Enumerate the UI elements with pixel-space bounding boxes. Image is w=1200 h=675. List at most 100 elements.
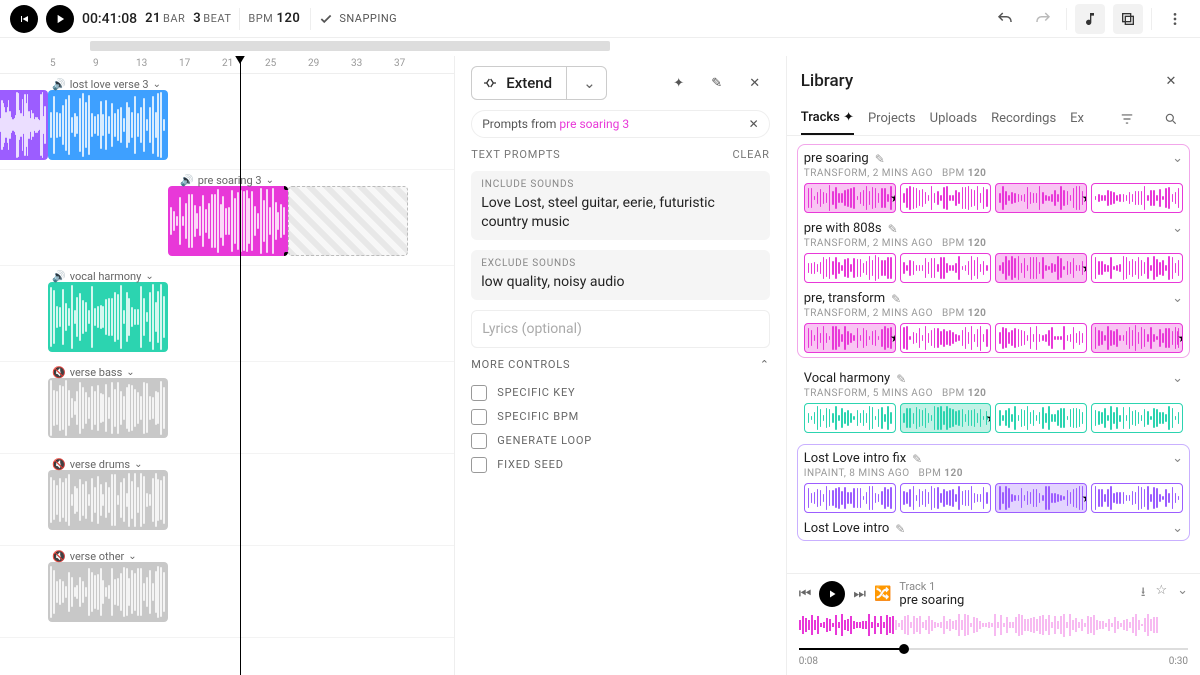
layers-button[interactable] — [1113, 4, 1143, 34]
bpm-indicator[interactable]: BPM 120 — [248, 11, 302, 26]
skip-back-button[interactable] — [10, 5, 38, 33]
search-icon[interactable] — [1156, 104, 1186, 134]
library-item[interactable]: pre soaring✎⌄ TRANSFORM, 2 MINS AGO BPM … — [804, 151, 1183, 213]
edit-icon[interactable]: ✎ — [875, 152, 885, 166]
library-item[interactable]: Lost Love intro✎⌄ — [804, 521, 1183, 536]
track-label[interactable]: 🔇 verse bass ⌄ — [52, 366, 135, 379]
audio-clip[interactable] — [48, 378, 168, 438]
text-prompts-label: TEXT PROMPTS — [471, 148, 560, 161]
minimap[interactable] — [0, 38, 1200, 56]
playhead[interactable] — [240, 56, 241, 675]
extend-button[interactable]: Extend ⌄ — [471, 66, 606, 100]
thumb[interactable] — [804, 483, 896, 513]
player-track-label: Track 1 — [899, 580, 964, 593]
tab-uploads[interactable]: Uploads — [930, 103, 977, 134]
tab-tracks[interactable]: Tracks ✦ — [801, 102, 854, 135]
include-sounds-input[interactable]: INCLUDE SOUNDS Love Lost, steel guitar, … — [471, 171, 770, 240]
thumb[interactable] — [995, 323, 1087, 353]
mute-icon: 🔇 — [52, 550, 66, 563]
thumb[interactable] — [900, 253, 992, 283]
filter-icon[interactable] — [1112, 104, 1142, 134]
thumb[interactable] — [1091, 253, 1183, 283]
close-icon[interactable]: ✕ — [1156, 66, 1186, 96]
edit-icon[interactable]: ✎ — [895, 522, 905, 536]
thumb[interactable]: ★ — [995, 483, 1087, 513]
lyrics-input[interactable]: Lyrics (optional) — [471, 310, 770, 348]
track-label[interactable]: 🔊 vocal harmony ⌄ — [52, 270, 154, 283]
thumb[interactable]: ★ — [804, 183, 896, 213]
thumb[interactable] — [804, 253, 896, 283]
edit-icon[interactable]: ✎ — [912, 452, 922, 466]
audio-clip[interactable] — [0, 90, 48, 160]
ghost-clip[interactable] — [288, 186, 408, 256]
control-generate-loop[interactable]: GENERATE LOOP — [471, 429, 770, 453]
play-button[interactable] — [46, 5, 74, 33]
track-label[interactable]: 🔇 verse drums ⌄ — [52, 458, 142, 471]
more-menu-button[interactable] — [1160, 4, 1190, 34]
edit-icon[interactable]: ✎ — [702, 68, 732, 98]
snapping-toggle[interactable]: SNAPPING — [319, 12, 397, 26]
clear-button[interactable]: CLEAR — [732, 148, 769, 161]
track-label[interactable]: 🔊 lost love verse 3 ⌄ — [52, 78, 161, 91]
player-waveform[interactable] — [799, 612, 1188, 638]
library-item[interactable]: pre, transform✎⌄ TRANSFORM, 2 MINS AGO B… — [804, 291, 1183, 353]
track-label[interactable]: 🔇 verse other ⌄ — [52, 550, 137, 563]
player-next-button[interactable]: ⏭ — [853, 586, 866, 602]
control-specific-key[interactable]: SPECIFIC KEY — [471, 381, 770, 405]
edit-icon[interactable]: ✎ — [891, 292, 901, 306]
library-item[interactable]: Vocal harmony✎⌄ TRANSFORM, 5 MINS AGO BP… — [797, 364, 1190, 438]
chevron-down-icon[interactable]: ⌄ — [575, 74, 596, 92]
edit-icon[interactable]: ✎ — [896, 372, 906, 386]
thumb[interactable]: ★ — [1091, 323, 1183, 353]
library-item[interactable]: pre with 808s✎⌄ TRANSFORM, 2 MINS AGO BP… — [804, 221, 1183, 283]
thumb[interactable]: ★ — [900, 403, 992, 433]
close-icon[interactable]: ✕ — [740, 68, 770, 98]
ruler[interactable]: 5 9 13 17 21 25 29 33 37 — [0, 56, 454, 74]
undo-button[interactable] — [990, 4, 1020, 34]
shuffle-icon[interactable]: 🔀 — [874, 586, 891, 602]
tab-extra[interactable]: Ex — [1070, 103, 1084, 134]
tab-projects[interactable]: Projects — [868, 103, 916, 134]
control-fixed-seed[interactable]: FIXED SEED — [471, 453, 770, 477]
star-icon: ★ — [890, 191, 892, 205]
player-play-button[interactable] — [819, 581, 845, 607]
track-row: 🔇 verse other ⌄ — [0, 546, 454, 638]
sparkle-icon[interactable]: ✦ — [664, 68, 694, 98]
audio-clip[interactable] — [48, 562, 168, 622]
timeline[interactable]: 5 9 13 17 21 25 29 33 37 🔊 lost love ver… — [0, 56, 454, 675]
audio-clip[interactable] — [48, 282, 168, 352]
more-controls-toggle[interactable]: MORE CONTROLS ⌃ — [471, 358, 770, 371]
chevron-down-icon: ⌄ — [128, 551, 136, 562]
tab-recordings[interactable]: Recordings — [991, 103, 1056, 134]
star-icon: ★ — [1082, 261, 1084, 275]
thumb[interactable]: ★ — [804, 323, 896, 353]
music-note-button[interactable] — [1075, 4, 1105, 34]
audio-clip[interactable] — [168, 186, 288, 256]
download-icon[interactable]: ⭳ — [1141, 583, 1146, 605]
library-item[interactable]: Lost Love intro fix✎⌄ INPAINT, 8 MINS AG… — [804, 451, 1183, 513]
close-icon[interactable]: ✕ — [749, 117, 759, 131]
chevron-up-icon: ⌃ — [760, 358, 770, 371]
exclude-sounds-input[interactable]: EXCLUDE SOUNDS low quality, noisy audio — [471, 250, 770, 300]
edit-icon[interactable]: ✎ — [888, 222, 898, 236]
chevron-down-icon[interactable]: ⌄ — [1177, 583, 1188, 605]
audio-clip[interactable] — [48, 90, 168, 160]
thumb[interactable] — [900, 483, 992, 513]
thumb[interactable] — [804, 403, 896, 433]
player-prev-button[interactable]: ⏮ — [799, 586, 812, 602]
track-label[interactable]: 🔊 pre soaring 3 ⌄ — [180, 174, 274, 187]
thumb[interactable]: ★ — [995, 253, 1087, 283]
redo-button[interactable] — [1028, 4, 1058, 34]
thumb[interactable] — [995, 403, 1087, 433]
thumb[interactable] — [900, 183, 992, 213]
thumb[interactable] — [1091, 483, 1183, 513]
star-icon[interactable]: ☆ — [1155, 583, 1167, 605]
thumb[interactable] — [900, 323, 992, 353]
prompts-from-chip[interactable]: Prompts from pre soaring 3 ✕ — [471, 110, 770, 138]
player-scrubber[interactable] — [799, 642, 1188, 656]
thumb[interactable] — [1091, 403, 1183, 433]
thumb[interactable] — [1091, 183, 1183, 213]
control-specific-bpm[interactable]: SPECIFIC BPM — [471, 405, 770, 429]
audio-clip[interactable] — [48, 470, 168, 530]
thumb[interactable]: ★ — [995, 183, 1087, 213]
